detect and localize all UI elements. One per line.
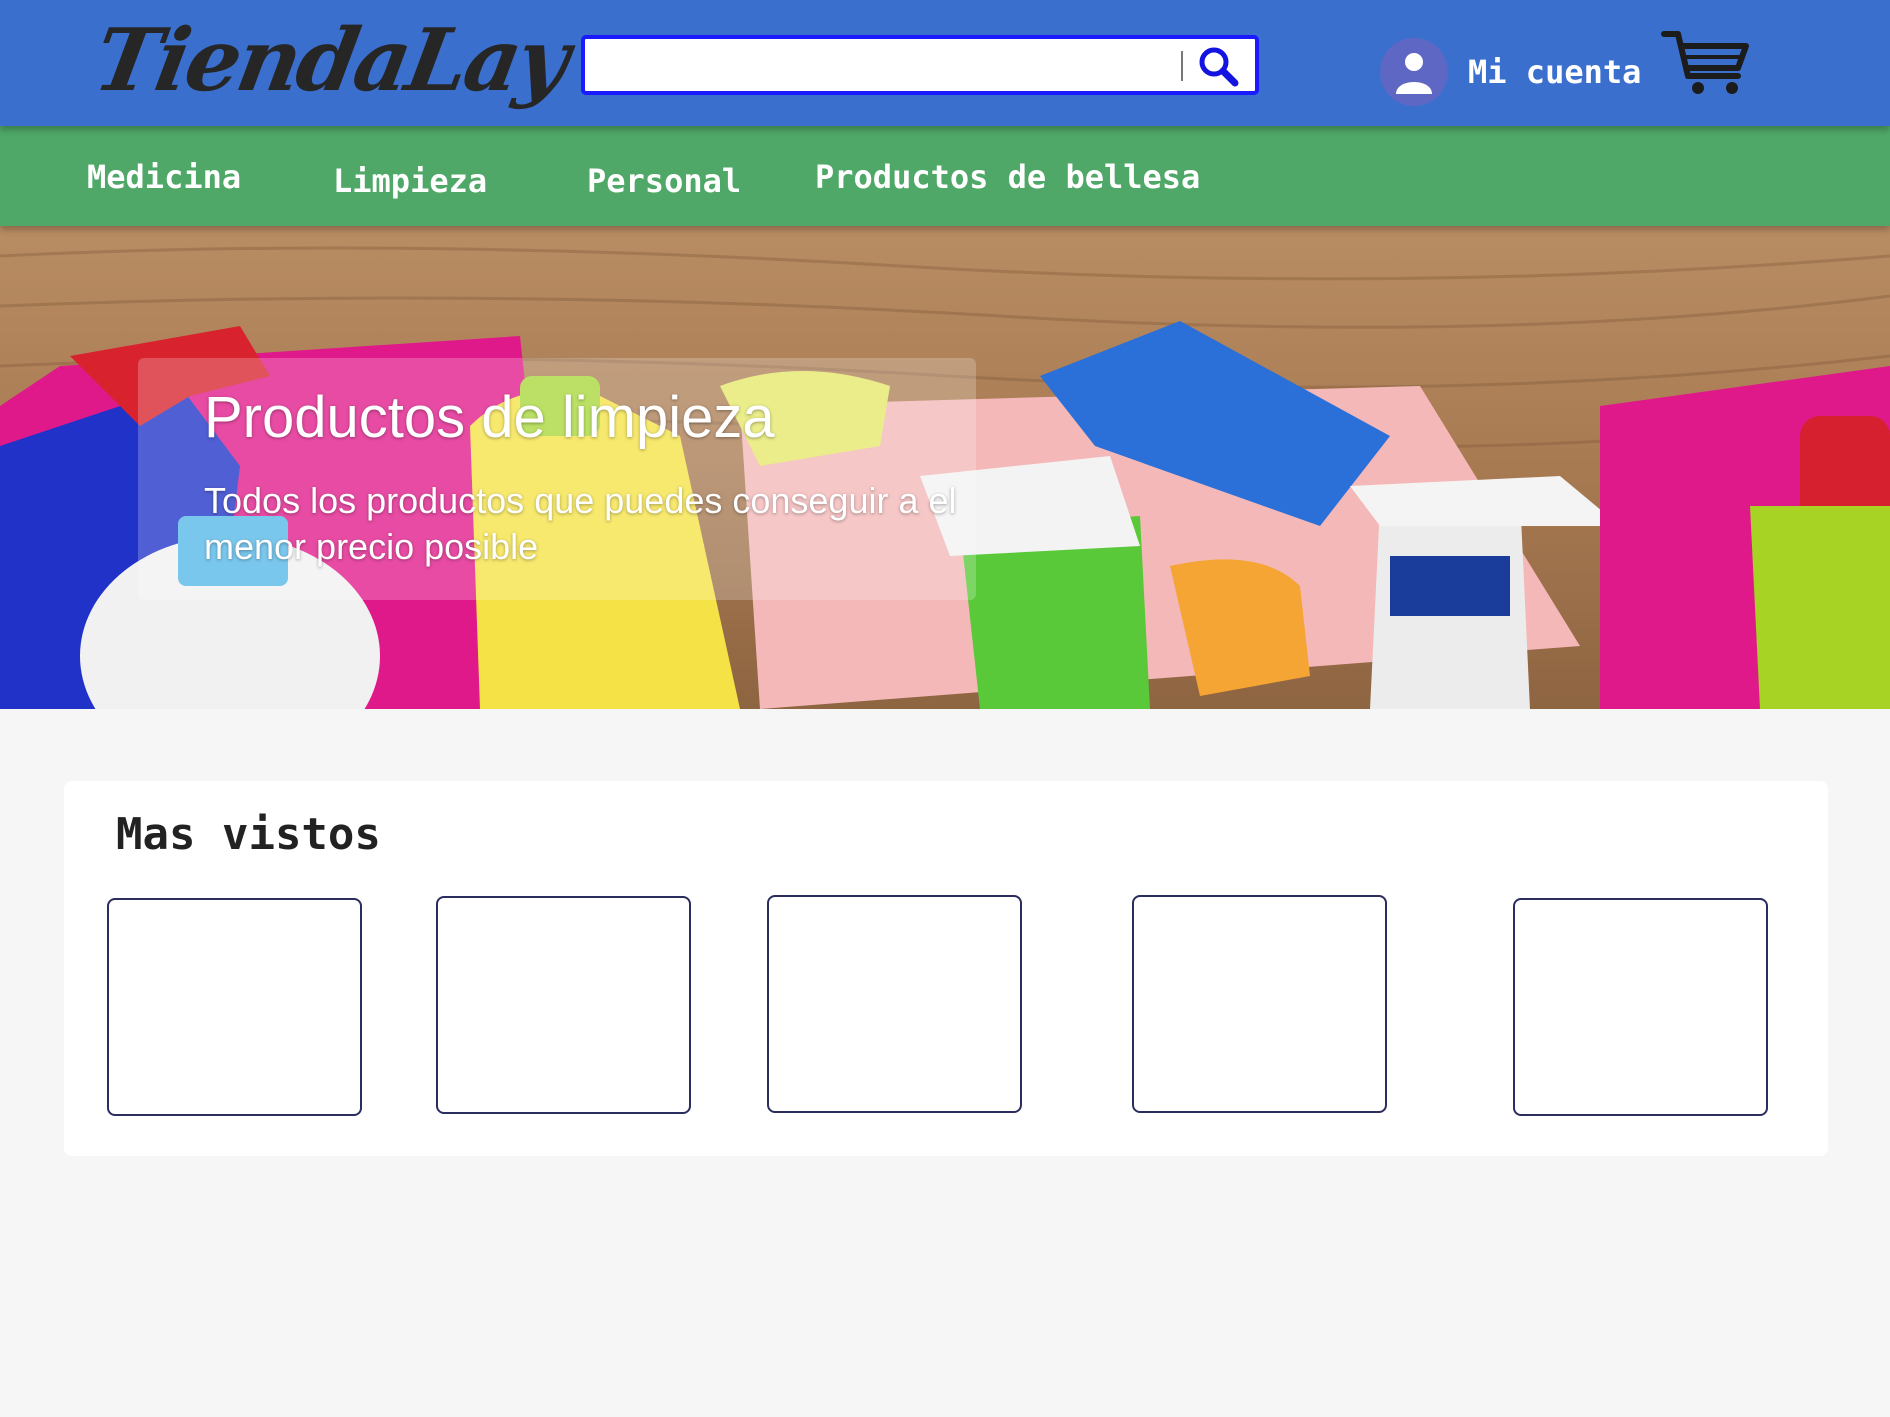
account-label: Mi cuenta xyxy=(1468,53,1642,91)
product-card[interactable] xyxy=(1132,895,1387,1113)
category-nav: Medicina Limpieza Personal Productos de … xyxy=(0,126,1890,226)
hero-banner: Productos de limpieza Todos los producto… xyxy=(0,226,1890,709)
product-card[interactable] xyxy=(107,898,362,1116)
search-input[interactable] xyxy=(593,39,1167,93)
section-title: Mas vistos xyxy=(116,809,381,860)
hero-title: Productos de limpieza xyxy=(204,385,775,450)
nav-item-productos-de-bellesa[interactable]: Productos de bellesa xyxy=(815,158,1200,196)
search-button[interactable] xyxy=(1193,43,1245,89)
nav-item-personal[interactable]: Personal xyxy=(587,162,741,200)
search-divider xyxy=(1181,51,1183,81)
shopping-cart-icon xyxy=(1661,31,1749,94)
nav-item-limpieza[interactable]: Limpieza xyxy=(333,162,487,200)
product-card[interactable] xyxy=(1513,898,1768,1116)
most-viewed-section: Mas vistos xyxy=(64,781,1828,1156)
hero-subtitle: Todos los productos que puedes conseguir… xyxy=(204,480,957,567)
search-box xyxy=(581,35,1259,95)
nav-item-medicina[interactable]: Medicina xyxy=(87,158,241,196)
account-link[interactable]: Mi cuenta xyxy=(1380,38,1641,106)
site-logo[interactable]: TiendaLay xyxy=(86,6,574,116)
product-card[interactable] xyxy=(436,896,691,1114)
header-bar: TiendaLay Mi cuenta xyxy=(0,0,1890,126)
cart-button[interactable] xyxy=(1660,28,1750,100)
search-icon xyxy=(1199,47,1239,87)
product-card[interactable] xyxy=(767,895,1022,1113)
user-avatar-icon xyxy=(1380,38,1448,106)
